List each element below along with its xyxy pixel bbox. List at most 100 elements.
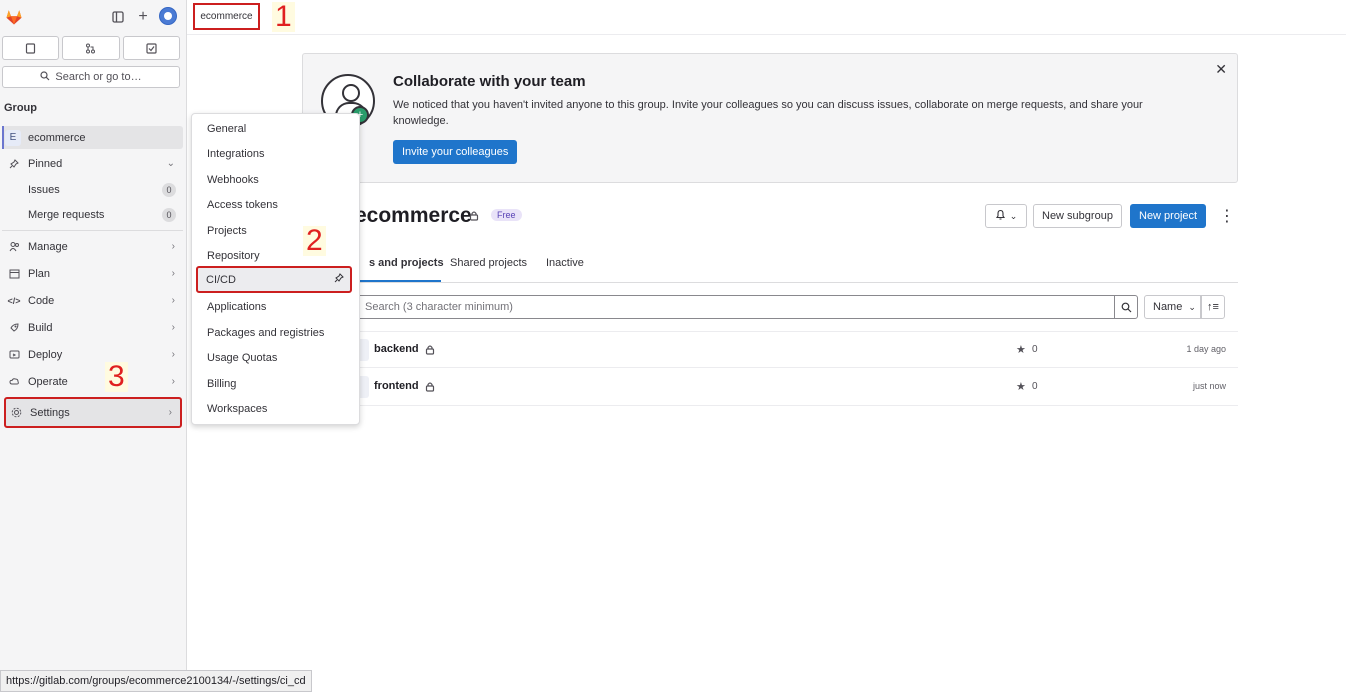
breadcrumb[interactable]: ecommerce — [193, 3, 260, 30]
menu-item-access-tokens[interactable]: Access tokens — [197, 194, 355, 216]
menu-item-usage-quotas[interactable]: Usage Quotas — [197, 347, 355, 369]
menu-item-ci-cd[interactable]: CI/CD — [196, 266, 352, 293]
star-count: 0 — [1032, 381, 1038, 392]
issues-icon — [26, 42, 36, 54]
sidebar-item-label: Settings — [30, 406, 70, 419]
search-input[interactable]: Search (3 character minimum) — [355, 295, 1115, 319]
tab-subgroups-and-projects[interactable]: s and projects — [369, 257, 444, 269]
sidebar-item-operate[interactable]: Operate › — [2, 370, 183, 393]
sidebar-item-label: Build — [28, 321, 53, 334]
chevron-right-icon: › — [168, 407, 172, 418]
breadcrumb-group[interactable]: ecommerce — [200, 11, 252, 22]
menu-item-projects[interactable]: Projects — [197, 220, 355, 242]
sidebar-item-build[interactable]: Build › — [2, 316, 183, 339]
chevron-down-icon: ⌄ — [1188, 301, 1196, 312]
annotation-marker: 3 — [105, 362, 128, 392]
menu-item-billing[interactable]: Billing — [197, 373, 355, 395]
group-avatar: E — [5, 129, 21, 146]
pinned-item-label: Issues — [28, 184, 60, 196]
pinned-item-merge-requests[interactable]: Merge requests 0 — [28, 205, 178, 225]
sort-ascending-icon: ↑≡ — [1207, 301, 1219, 313]
settings-flyout-menu: General Integrations Webhooks Access tok… — [191, 113, 360, 425]
search-or-go-button[interactable]: Search or go to… — [2, 66, 180, 88]
invite-colleagues-button[interactable]: Invite your colleagues — [393, 140, 518, 164]
thumbtack-icon[interactable] — [334, 273, 344, 286]
issues-shortcut-button[interactable] — [2, 36, 60, 60]
more-actions-icon[interactable]: ⋮ — [1219, 206, 1235, 226]
merge-request-icon — [86, 43, 96, 53]
star-icon: ★ — [1016, 381, 1026, 393]
menu-item-applications[interactable]: Applications — [197, 296, 355, 318]
sidebar-item-manage[interactable]: Manage › — [2, 235, 183, 258]
user-avatar[interactable] — [159, 7, 177, 25]
list-item[interactable]: backend ★ 0 1 day ago — [300, 331, 1238, 368]
sidebar-item-pinned[interactable]: Pinned ⌄ — [2, 152, 183, 175]
divider — [2, 230, 183, 231]
users-icon — [7, 240, 21, 254]
list-item[interactable]: frontend ★ 0 just now — [300, 369, 1238, 406]
tab-shared-projects[interactable]: Shared projects — [450, 257, 527, 269]
menu-item-workspaces[interactable]: Workspaces — [197, 398, 355, 420]
chevron-right-icon: › — [171, 295, 175, 306]
section-label: Group — [4, 102, 37, 114]
banner-title: Collaborate with your team — [393, 73, 586, 90]
invite-banner: + Collaborate with your team We noticed … — [302, 53, 1238, 183]
todos-shortcut-button[interactable] — [122, 36, 180, 60]
new-project-button[interactable]: New project — [1130, 204, 1207, 228]
new-subgroup-button[interactable]: New subgroup — [1033, 204, 1122, 228]
sidebar: + Search or go to… Group E ecommerce Pin… — [0, 0, 187, 692]
merge-requests-shortcut-button[interactable] — [62, 36, 120, 60]
sidebar-item-label: Pinned — [28, 157, 63, 170]
project-name[interactable]: backend — [374, 343, 419, 355]
chevron-down-icon: ⌄ — [166, 158, 175, 169]
pinned-item-issues[interactable]: Issues 0 — [28, 180, 178, 200]
deploy-icon — [7, 348, 21, 362]
todo-icon — [146, 42, 157, 54]
sidebar-item-settings[interactable]: Settings › — [4, 397, 182, 428]
close-icon[interactable]: ✕ — [1215, 61, 1227, 78]
menu-item-webhooks[interactable]: Webhooks — [197, 169, 355, 191]
quick-actions — [2, 36, 180, 60]
sort-select[interactable]: Name ⌄ — [1144, 295, 1201, 319]
status-bar-url: https://gitlab.com/groups/ecommerce21001… — [0, 670, 312, 692]
tab-inactive[interactable]: Inactive — [546, 257, 584, 269]
chevron-down-icon: ⌄ — [1009, 210, 1018, 221]
star-icon: ★ — [1016, 344, 1026, 356]
sidebar-item-label: Code — [28, 294, 55, 307]
sidebar-item-code[interactable]: </> Code › — [2, 289, 183, 312]
lock-icon — [469, 210, 479, 224]
updated-time: 1 day ago — [1186, 344, 1226, 354]
chevron-right-icon: › — [171, 376, 175, 387]
create-new-icon[interactable]: + — [134, 8, 152, 26]
annotation-marker: 2 — [303, 226, 326, 256]
menu-item-integrations[interactable]: Integrations — [197, 143, 355, 165]
sidebar-item-label: Manage — [28, 240, 68, 253]
updated-time: just now — [1192, 381, 1226, 391]
sidebar-item-label: ecommerce — [28, 131, 86, 144]
search-or-go-label: Search or go to… — [55, 71, 142, 83]
sidebar-toggle-icon[interactable] — [109, 8, 127, 26]
chevron-right-icon: › — [171, 322, 175, 333]
notification-button[interactable]: ⌄ — [985, 204, 1027, 228]
sidebar-item-deploy[interactable]: Deploy › — [2, 343, 183, 366]
project-name[interactable]: frontend — [374, 380, 419, 392]
search-button[interactable] — [1114, 295, 1138, 319]
menu-item-general[interactable]: General — [197, 118, 355, 140]
sort-direction-button[interactable]: ↑≡ — [1201, 295, 1225, 319]
pinned-item-label: Merge requests — [28, 209, 105, 221]
chevron-right-icon: › — [171, 349, 175, 360]
gitlab-logo-icon[interactable] — [5, 8, 23, 26]
sidebar-top-bar: + — [0, 0, 187, 34]
sidebar-item-label: Operate — [28, 375, 68, 388]
menu-item-repository[interactable]: Repository — [197, 245, 355, 267]
lock-icon — [425, 381, 435, 395]
menu-item-packages-and-registries[interactable]: Packages and registries — [197, 322, 355, 344]
menu-item-label: CI/CD — [206, 273, 236, 286]
search-icon — [1121, 302, 1131, 312]
sidebar-item-ecommerce[interactable]: E ecommerce — [2, 126, 183, 149]
divider — [187, 34, 1346, 35]
lock-icon — [425, 344, 435, 358]
sidebar-item-plan[interactable]: Plan › — [2, 262, 183, 285]
plan-icon — [7, 267, 21, 281]
count-badge: 0 — [162, 183, 176, 197]
